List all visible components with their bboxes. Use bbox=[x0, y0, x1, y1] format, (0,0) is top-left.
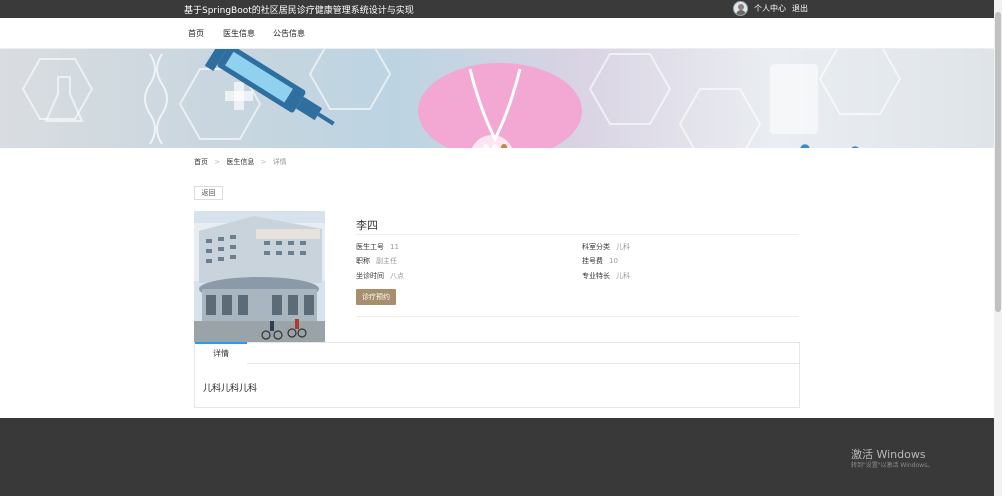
banner-carousel[interactable] bbox=[0, 49, 994, 148]
field-title: 职称 副主任 bbox=[356, 256, 397, 266]
tab-bar: 详情 bbox=[195, 342, 799, 364]
carousel-indicators bbox=[483, 135, 510, 148]
field-value: 儿科 bbox=[616, 243, 630, 251]
nav-item-notices[interactable]: 公告信息 bbox=[273, 28, 305, 39]
banner-illustration bbox=[21, 49, 902, 148]
doctor-name: 李四 bbox=[356, 219, 378, 232]
field-value: 11 bbox=[390, 243, 399, 251]
field-fee: 挂号费 10 bbox=[582, 256, 618, 266]
main-nav: 首页 医生信息 公告信息 bbox=[0, 18, 994, 49]
detail-content: 儿科儿科儿科 bbox=[203, 384, 258, 394]
field-value: 儿科 bbox=[616, 272, 630, 280]
breadcrumb: 首页 > 医生信息 > 详情 bbox=[194, 157, 287, 167]
field-label: 科室分类 bbox=[582, 243, 610, 251]
carousel-dot[interactable] bbox=[483, 144, 489, 148]
user-avatar[interactable] bbox=[733, 1, 748, 16]
divider bbox=[356, 316, 799, 317]
tab-detail[interactable]: 详情 bbox=[195, 342, 247, 364]
back-button[interactable]: 返回 bbox=[194, 186, 223, 200]
windows-activation-subtitle: 转到"设置"以激活 Windows。 bbox=[851, 462, 934, 469]
field-label: 职称 bbox=[356, 257, 370, 265]
breadcrumb-current: 详情 bbox=[272, 158, 287, 166]
doctor-photo bbox=[194, 211, 325, 342]
field-specialty: 专业特长 儿科 bbox=[582, 271, 630, 281]
field-label: 坐诊时间 bbox=[356, 272, 384, 280]
detail-panel: 详情 儿科儿科儿科 bbox=[194, 342, 800, 408]
field-label: 专业特长 bbox=[582, 272, 610, 280]
breadcrumb-home[interactable]: 首页 bbox=[194, 158, 208, 166]
field-label: 医生工号 bbox=[356, 243, 384, 251]
footer bbox=[0, 418, 994, 496]
site-title: 基于SpringBoot的社区居民诊疗健康管理系统设计与实现 bbox=[184, 6, 414, 16]
logout-link[interactable]: 退出 bbox=[792, 3, 808, 14]
breadcrumb-doctors[interactable]: 医生信息 bbox=[226, 158, 254, 166]
user-center-link[interactable]: 个人中心 bbox=[754, 3, 786, 14]
book-appointment-button[interactable]: 诊疗预约 bbox=[356, 289, 396, 305]
field-department: 科室分类 儿科 bbox=[582, 242, 630, 252]
nav-item-doctors[interactable]: 医生信息 bbox=[223, 28, 255, 39]
field-value: 八点 bbox=[390, 272, 404, 280]
top-bar: 基于SpringBoot的社区居民诊疗健康管理系统设计与实现 个人中心 退出 bbox=[0, 0, 994, 18]
field-doctor-id: 医生工号 11 bbox=[356, 242, 399, 252]
field-schedule: 坐诊时间 八点 bbox=[356, 271, 404, 281]
carousel-dot[interactable] bbox=[492, 144, 498, 148]
carousel-dot-active[interactable] bbox=[501, 144, 507, 148]
scrollbar-thumb[interactable] bbox=[995, 12, 1001, 312]
field-value: 10 bbox=[609, 257, 618, 265]
field-value: 副主任 bbox=[376, 257, 397, 265]
breadcrumb-separator: > bbox=[214, 158, 221, 166]
page-scrollbar[interactable] bbox=[994, 0, 1002, 496]
field-label: 挂号费 bbox=[582, 257, 603, 265]
breadcrumb-separator: > bbox=[260, 158, 267, 166]
divider bbox=[356, 234, 799, 235]
nav-item-home[interactable]: 首页 bbox=[188, 28, 204, 39]
